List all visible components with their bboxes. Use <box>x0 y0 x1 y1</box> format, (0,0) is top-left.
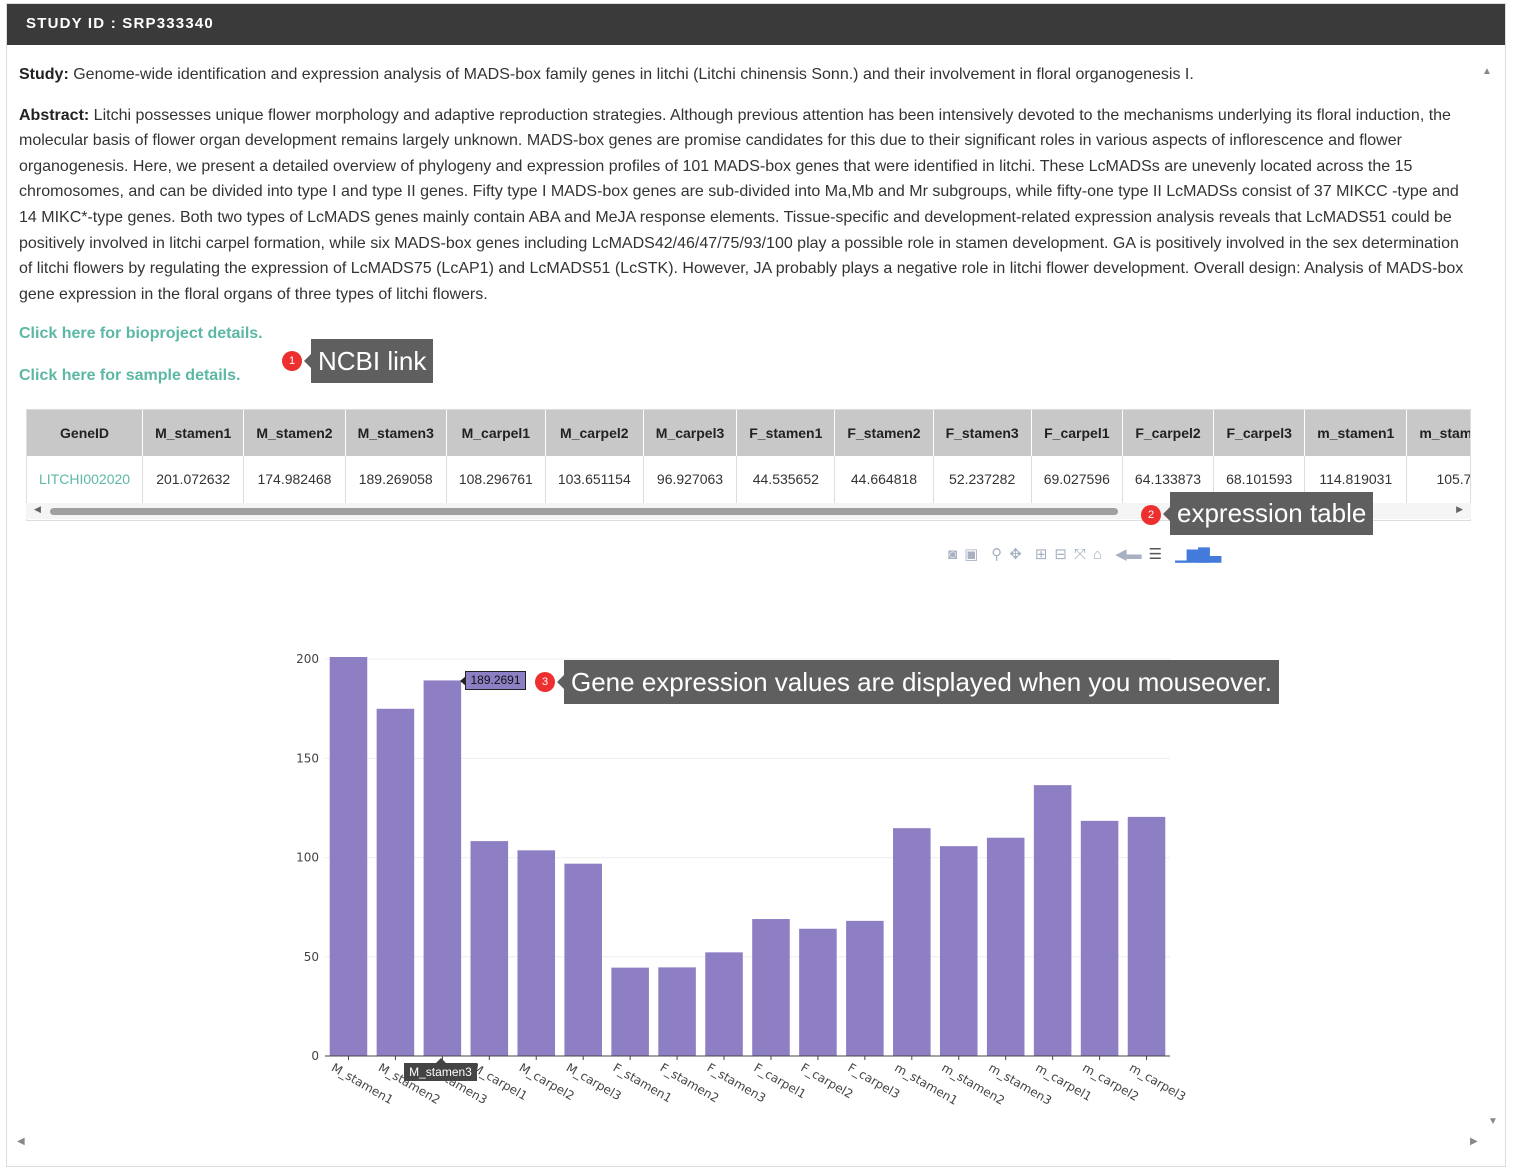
plotly-logo-icon[interactable]: ▁▆▇▃ <box>1175 545 1221 565</box>
table-cell: 44.535652 <box>736 456 836 504</box>
chart-modebar: ◙ ▣ ⚲ ✥ ⊞ ⊟ ⤧ ⌂ ◀▬ ☰ ▁▆▇▃ <box>948 545 1221 565</box>
table-header-row: GeneID M_stamen1 M_stamen2 M_stamen3 M_carpe… <box>27 410 1470 456</box>
autoscale-icon[interactable]: ⤧ <box>1074 545 1086 565</box>
bar-m_carpel2[interactable] <box>1080 820 1119 1056</box>
annotation-badge-1: 1 <box>282 351 302 371</box>
table-header-cell[interactable]: m_stamen1 <box>1304 410 1408 456</box>
scroll-up-arrow-icon[interactable]: ▲ <box>1482 66 1492 77</box>
study-id-header: STUDY ID : SRP333340 <box>7 4 1505 45</box>
table-cell: 108.296761 <box>446 456 546 504</box>
annotation-tip-expression-table: expression table <box>1162 492 1374 535</box>
camera-icon[interactable]: ◙ <box>948 545 957 565</box>
study-content: Study: Genome-wide identification and ex… <box>19 62 1464 387</box>
abstract: Abstract: Litchi possesses unique flower… <box>19 103 1464 308</box>
bar-m_carpel3[interactable] <box>1127 816 1166 1056</box>
study-label: Study: <box>19 66 69 83</box>
annotation-tip-ncbi-link: NCBI link <box>303 339 434 383</box>
bar-F_stamen2[interactable] <box>658 967 696 1056</box>
bar-F_carpel2[interactable] <box>799 928 837 1056</box>
y-tick-label: 200 <box>296 652 319 666</box>
expression-table: GeneID M_stamen1 M_stamen2 M_stamen3 M_carpe… <box>27 410 1470 504</box>
y-tick-label: 150 <box>296 751 319 765</box>
table-cell: 44.664818 <box>834 456 934 504</box>
table-cell: 174.982468 <box>243 456 346 504</box>
bar-F_carpel3[interactable] <box>846 920 884 1056</box>
table-header-cell[interactable]: M_carpel3 <box>643 410 738 456</box>
bar-M_stamen3[interactable] <box>423 680 462 1056</box>
hover-closest-icon[interactable]: ◀▬ <box>1115 545 1142 565</box>
table-header-cell[interactable]: M_stamen2 <box>243 410 346 456</box>
bar-m_stamen3[interactable] <box>986 837 1025 1056</box>
table-cell: 52.237282 <box>933 456 1032 504</box>
table-header-cell[interactable]: GeneID <box>27 410 144 456</box>
bar-m_stamen2[interactable] <box>939 846 978 1056</box>
scroll-left-arrow-icon[interactable]: ◀ <box>17 1136 25 1147</box>
table-cell: 189.269058 <box>345 456 447 504</box>
table-header-cell[interactable]: F_stamen1 <box>736 410 836 456</box>
y-tick-label: 0 <box>311 1049 319 1063</box>
table-header-cell[interactable]: F_stamen3 <box>933 410 1032 456</box>
annotation-badge-3: 3 <box>535 672 555 692</box>
table-cell: 103.651154 <box>545 456 644 504</box>
zoom-out-icon[interactable]: ⊟ <box>1054 545 1067 565</box>
scroll-down-arrow-icon[interactable]: ▼ <box>1488 1116 1498 1127</box>
study-text: Genome-wide identification and expressio… <box>68 66 1194 83</box>
table-header-cell[interactable]: F_carpel2 <box>1122 410 1215 456</box>
bar-M_carpel2[interactable] <box>517 850 556 1056</box>
table-cell: 201.072632 <box>142 456 245 504</box>
hover-value-label: 189.2691 <box>460 671 526 690</box>
bar-m_carpel1[interactable] <box>1033 785 1072 1056</box>
abstract-label: Abstract: <box>19 106 90 124</box>
y-tick-label: 50 <box>304 950 319 964</box>
table-header-cell[interactable]: F_carpel3 <box>1213 410 1306 456</box>
bar-m_stamen1[interactable] <box>893 828 931 1056</box>
bar-F_carpel1[interactable] <box>752 919 790 1056</box>
gene-id-link[interactable]: LITCHI002020 <box>27 456 144 504</box>
table-header-cell[interactable]: F_stamen2 <box>834 410 934 456</box>
table-cell: 96.927063 <box>643 456 738 504</box>
bar-M_stamen2[interactable] <box>376 708 415 1056</box>
table-cell: 105.75 <box>1406 456 1470 504</box>
bar-M_carpel3[interactable] <box>564 863 602 1056</box>
table-header-cell[interactable]: M_carpel1 <box>446 410 546 456</box>
scroll-right-arrow-icon[interactable]: ▶ <box>1470 1136 1478 1147</box>
annotation-badge-2: 2 <box>1141 505 1161 525</box>
table-header-cell[interactable]: F_carpel1 <box>1031 410 1123 456</box>
scrollbar-left-arrow-icon[interactable]: ◀ <box>34 504 41 515</box>
bar-chart: 050100150200M_stamen1M_stamen2M_stamen3M… <box>296 652 1188 1108</box>
bioproject-link[interactable]: Click here for bioproject details. <box>19 323 1464 345</box>
annotation-tip-mouseover: Gene expression values are displayed whe… <box>557 660 1279 704</box>
zoom-icon[interactable]: ⚲ <box>991 545 1002 565</box>
scrollbar-thumb[interactable] <box>50 508 1118 515</box>
x-tick-label: F_carpel3 <box>845 1060 902 1101</box>
zoom-in-icon[interactable]: ⊞ <box>1035 545 1048 565</box>
table-cell: 69.027596 <box>1031 456 1123 504</box>
y-tick-label: 100 <box>296 851 319 865</box>
pan-icon[interactable]: ✥ <box>1009 545 1022 565</box>
bar-M_stamen1[interactable] <box>329 657 368 1056</box>
table-header-cell[interactable]: M_stamen3 <box>345 410 447 456</box>
sample-link[interactable]: Click here for sample details. <box>19 365 1464 387</box>
bar-F_stamen1[interactable] <box>611 967 649 1056</box>
hover-compare-icon[interactable]: ☰ <box>1149 545 1162 565</box>
home-icon[interactable]: ⌂ <box>1093 545 1102 565</box>
x-tick-label: F_carpel2 <box>798 1060 855 1101</box>
hover-axis-label: M_stamen3 <box>404 1058 477 1081</box>
save-icon[interactable]: ▣ <box>964 545 978 565</box>
scrollbar-right-arrow-icon[interactable]: ▶ <box>1456 504 1463 515</box>
study-title: Study: Genome-wide identification and ex… <box>19 62 1464 88</box>
table-header-cell[interactable]: M_stamen1 <box>142 410 245 456</box>
table-header-cell[interactable]: m_stamen2 <box>1406 410 1470 456</box>
abstract-text: Litchi possesses unique flower morpholog… <box>19 106 1464 303</box>
table-header-cell[interactable]: M_carpel2 <box>545 410 644 456</box>
bar-M_carpel1[interactable] <box>470 841 509 1056</box>
bar-F_stamen3[interactable] <box>705 952 743 1056</box>
